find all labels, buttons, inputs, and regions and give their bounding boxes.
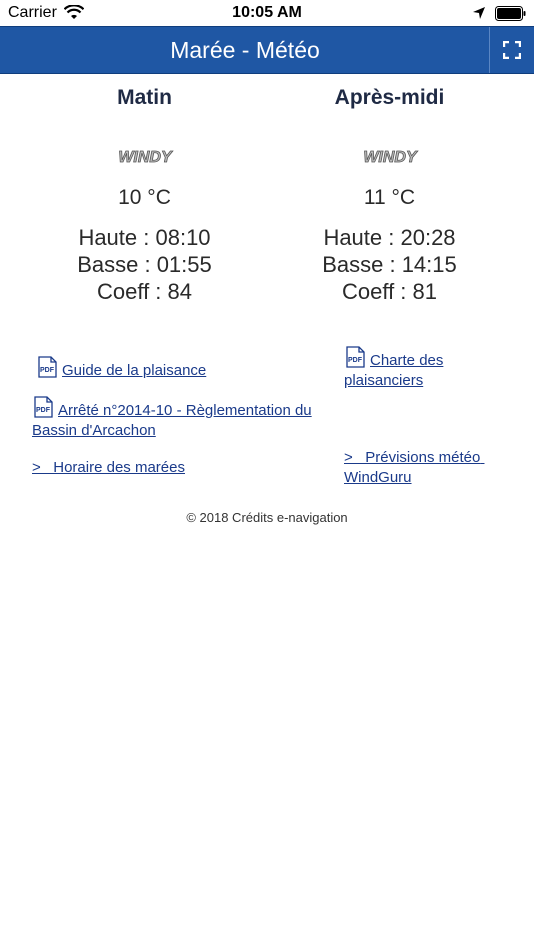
horaire-marees-link[interactable]: > Horaire des marées — [32, 458, 282, 478]
previsions-windguru-link[interactable]: > Prévisions météo WindGuru — [344, 448, 514, 488]
windy-logo-afternoon[interactable]: WINDY — [357, 146, 423, 168]
afternoon-high-tide: Haute : 20:28 — [323, 225, 456, 250]
pdf-icon: PDF — [346, 346, 365, 368]
morning-high-tide: Haute : 08:10 — [78, 225, 211, 250]
previsions-windguru-label: > Prévisions météo WindGuru — [344, 449, 485, 486]
afternoon-low-tide: Basse : 14:15 — [322, 252, 457, 277]
morning-coefficient: Coeff : 84 — [97, 279, 192, 304]
morning-column: Matin WINDY 10 °C Haute : 08:10 Basse : … — [22, 86, 267, 305]
afternoon-temperature: 11 °C — [363, 186, 416, 209]
horaire-marees-label: > Horaire des marées — [32, 459, 185, 476]
battery-icon — [495, 6, 527, 26]
pdf-icon: PDF — [34, 396, 53, 418]
navigation-bar: Marée - Météo — [0, 26, 534, 74]
morning-low-tide: Basse : 01:55 — [77, 252, 212, 277]
svg-text:WINDY: WINDY — [118, 149, 173, 166]
svg-text:PDF: PDF — [348, 357, 363, 364]
fullscreen-button[interactable] — [490, 27, 534, 73]
windy-logo-morning[interactable]: WINDY — [112, 146, 178, 168]
afternoon-coefficient: Coeff : 81 — [342, 279, 437, 304]
status-bar: Carrier 10:05 AM — [0, 0, 534, 26]
arrete-reglementation-link[interactable]: PDF Arrêté n°2014-10 - Règlementation du… — [32, 396, 342, 441]
fullscreen-icon — [503, 41, 521, 59]
location-arrow-icon — [472, 6, 486, 25]
afternoon-column: Après-midi WINDY 11 °C Haute : 20:28 Bas… — [267, 86, 512, 305]
charte-plaisanciers-link[interactable]: PDF Charte des plaisanciers — [344, 346, 504, 391]
credits-footer: © 2018 Crédits e-navigation — [186, 510, 348, 525]
pdf-icon: PDF — [38, 356, 57, 378]
clock: 10:05 AM — [232, 4, 302, 21]
svg-text:PDF: PDF — [40, 367, 55, 374]
morning-title: Matin — [117, 86, 172, 109]
guide-plaisance-link[interactable]: PDF Guide de la plaisance — [36, 356, 296, 381]
svg-text:PDF: PDF — [36, 407, 51, 414]
afternoon-tides: Haute : 20:28 Basse : 14:15 Coeff : 81 — [267, 224, 512, 305]
svg-text:WINDY: WINDY — [363, 149, 418, 166]
morning-tides: Haute : 08:10 Basse : 01:55 Coeff : 84 — [22, 224, 267, 305]
afternoon-title: Après-midi — [334, 86, 445, 109]
guide-plaisance-label: Guide de la plaisance — [62, 362, 207, 379]
page-title: Marée - Météo — [170, 37, 320, 63]
morning-temperature: 10 °C — [118, 186, 171, 209]
arrete-reglementation-label: Arrêté n°2014-10 - Règlementation du Bas… — [32, 402, 312, 439]
